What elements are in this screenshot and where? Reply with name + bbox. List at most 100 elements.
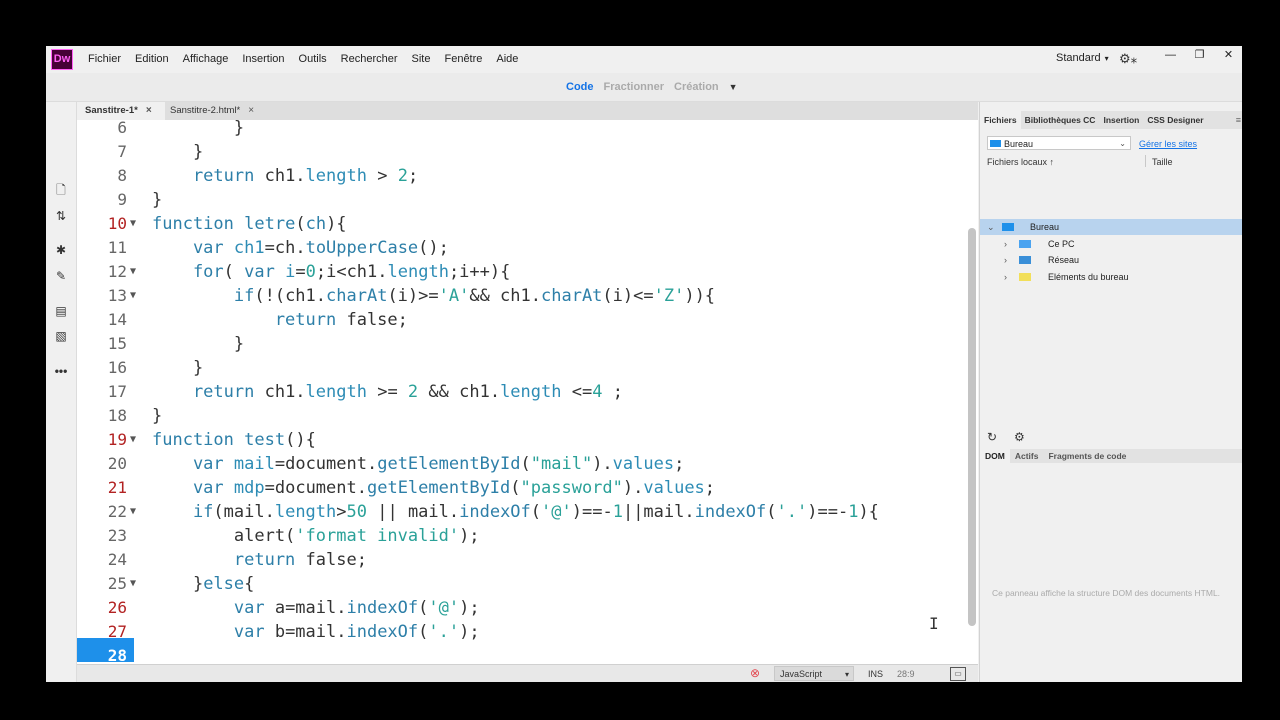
menu-site[interactable]: Site: [405, 46, 438, 73]
close-button[interactable]: ✕: [1214, 46, 1242, 64]
tab-css-designer[interactable]: CSS Designer: [1143, 111, 1207, 129]
menu-fenetre[interactable]: Fenêtre: [437, 46, 489, 73]
tree-item-reseau[interactable]: › Réseau: [980, 252, 1242, 268]
code-line[interactable]: 14 return false;: [77, 308, 957, 332]
apply-comment-icon[interactable]: ▤: [50, 301, 72, 321]
close-tab-icon[interactable]: ×: [248, 105, 254, 116]
tab-fichiers[interactable]: Fichiers: [980, 111, 1021, 129]
code-editor[interactable]: 6 } 7 } 8 return ch1.length > 2; 9} 10 ▼ funct…: [77, 120, 978, 664]
more-tools-icon[interactable]: •••: [50, 361, 72, 381]
tree-item-elements-du-bureau[interactable]: › Eléments du bureau: [980, 269, 1242, 285]
close-tab-icon[interactable]: ×: [146, 105, 152, 116]
fold-toggle-icon[interactable]: ▼: [130, 572, 136, 596]
computer-icon: [1019, 240, 1031, 248]
code-line[interactable]: 22 ▼ if(mail.length>50 || mail.indexOf('@…: [77, 500, 957, 524]
size-header[interactable]: Taille: [1152, 157, 1173, 167]
code-line[interactable]: 6 }: [77, 120, 957, 140]
code-token: ();: [418, 238, 449, 258]
fold-toggle-icon[interactable]: ▼: [130, 428, 136, 452]
menu-list: Fichier Edition Affichage Insertion Outi…: [81, 46, 525, 73]
view-dropdown-icon[interactable]: ▼: [729, 82, 738, 92]
minimize-button[interactable]: —: [1156, 46, 1185, 64]
format-source-icon[interactable]: ✎: [50, 266, 72, 286]
chevron-right-icon[interactable]: ›: [1004, 252, 1007, 268]
menu-edition[interactable]: Edition: [128, 46, 176, 73]
view-code-button[interactable]: Code: [566, 81, 594, 93]
refresh-icon[interactable]: ↻: [987, 430, 997, 444]
code-line[interactable]: 9}: [77, 188, 957, 212]
code-token: mail: [233, 454, 275, 474]
sync-settings-icon[interactable]: ⚙⁎: [1119, 51, 1137, 67]
tree-item-bureau[interactable]: ⌄ Bureau: [980, 219, 1242, 235]
file-management-icon[interactable]: ⇅: [50, 206, 72, 226]
code-token: ).: [622, 478, 644, 498]
tree-item-ce-pc[interactable]: › Ce PC: [980, 236, 1242, 252]
code-line[interactable]: 15 }: [77, 332, 957, 356]
code-line[interactable]: 28: [77, 644, 957, 664]
menu-aide[interactable]: Aide: [489, 46, 525, 73]
tab-actifs[interactable]: Actifs: [1010, 449, 1044, 463]
live-preview-icon[interactable]: ▭: [950, 667, 966, 681]
menu-insertion[interactable]: Insertion: [235, 46, 291, 73]
local-files-header[interactable]: Fichiers locaux ↑: [987, 157, 1054, 167]
chevron-right-icon[interactable]: ›: [1004, 236, 1007, 252]
menu-affichage[interactable]: Affichage: [176, 46, 236, 73]
code-line[interactable]: 12 ▼ for( var i=0;i<ch1.length;i++){: [77, 260, 957, 284]
workspace-switcher[interactable]: Standard ▾: [1056, 46, 1109, 71]
expand-all-icon[interactable]: ✱: [50, 240, 72, 260]
view-split-button[interactable]: Fractionner: [604, 81, 665, 93]
fold-toggle-icon[interactable]: ▼: [130, 212, 136, 236]
code-line[interactable]: 11 var ch1=ch.toUpperCase();: [77, 236, 957, 260]
menu-fichier[interactable]: Fichier: [81, 46, 128, 73]
code-line[interactable]: 24 return false;: [77, 548, 957, 572]
code-line[interactable]: 23 alert('format invalid');: [77, 524, 957, 548]
tab-sanstitre-1[interactable]: Sanstitre-1* ×: [77, 102, 165, 120]
code-line[interactable]: 10 ▼ function letre(ch){: [77, 212, 957, 236]
code-token: mdp: [233, 478, 265, 498]
tab-fragments-de-code[interactable]: Fragments de code: [1043, 449, 1131, 463]
code-token: ;: [674, 454, 685, 474]
code-token: =document.: [264, 478, 367, 498]
code-line[interactable]: 16 }: [77, 356, 957, 380]
tab-insertion[interactable]: Insertion: [1099, 111, 1143, 129]
tab-sanstitre-2[interactable]: Sanstitre-2.html* ×: [162, 102, 280, 120]
code-line[interactable]: 27 var b=mail.indexOf('.');: [77, 620, 957, 644]
tab-bibliotheques-cc[interactable]: Bibliothèques CC: [1021, 111, 1100, 129]
code-line[interactable]: 18}: [77, 404, 957, 428]
code-line[interactable]: 26 var a=mail.indexOf('@');: [77, 596, 957, 620]
code-line[interactable]: 20 var mail=document.getElementById("mai…: [77, 452, 957, 476]
code-line[interactable]: 7 }: [77, 140, 957, 164]
manage-sites-link[interactable]: Gérer les sites: [1139, 139, 1197, 149]
chevron-down-icon: ▾: [1104, 54, 1109, 63]
code-line[interactable]: 19 ▼ function test(){: [77, 428, 957, 452]
open-documents-icon[interactable]: 🗋: [50, 180, 72, 200]
code-line[interactable]: 8 return ch1.length > 2;: [77, 164, 957, 188]
menu-rechercher[interactable]: Rechercher: [334, 46, 405, 73]
code-line[interactable]: 21 var mdp=document.getElementById("pass…: [77, 476, 957, 500]
code-token: getElementById: [377, 454, 521, 474]
connect-icon[interactable]: ⚙: [1014, 430, 1025, 444]
language-select[interactable]: JavaScript ▾: [774, 666, 854, 681]
code-token: var: [152, 598, 265, 618]
panel-menu-icon[interactable]: ≡: [1236, 111, 1241, 129]
code-line[interactable]: 13 ▼ if(!(ch1.charAt(i)>='A'&& ch1.charAt…: [77, 284, 957, 308]
remove-comment-icon[interactable]: ▧: [50, 326, 72, 346]
code-line[interactable]: 17 return ch1.length >= 2 && ch1.length …: [77, 380, 957, 404]
code-token: ch1.: [254, 382, 306, 402]
view-design-button[interactable]: Création: [674, 81, 719, 93]
menu-outils[interactable]: Outils: [292, 46, 334, 73]
fold-toggle-icon[interactable]: ▼: [130, 284, 136, 308]
error-icon[interactable]: ⊗: [750, 666, 760, 680]
fold-toggle-icon[interactable]: ▼: [130, 500, 136, 524]
site-select[interactable]: Bureau ⌄: [987, 136, 1131, 150]
code-token: =ch.: [264, 238, 306, 258]
view-switcher: Code Fractionner Création ▼: [566, 73, 738, 101]
fold-toggle-icon[interactable]: ▼: [130, 260, 136, 284]
site-label: Bureau: [1004, 139, 1034, 149]
chevron-down-icon[interactable]: ⌄: [987, 219, 995, 235]
scrollbar-thumb[interactable]: [968, 228, 976, 626]
code-line[interactable]: 25 ▼ }else{: [77, 572, 957, 596]
tab-dom[interactable]: DOM: [980, 449, 1010, 463]
restore-button[interactable]: ❐: [1185, 46, 1214, 64]
chevron-right-icon[interactable]: ›: [1004, 269, 1007, 285]
